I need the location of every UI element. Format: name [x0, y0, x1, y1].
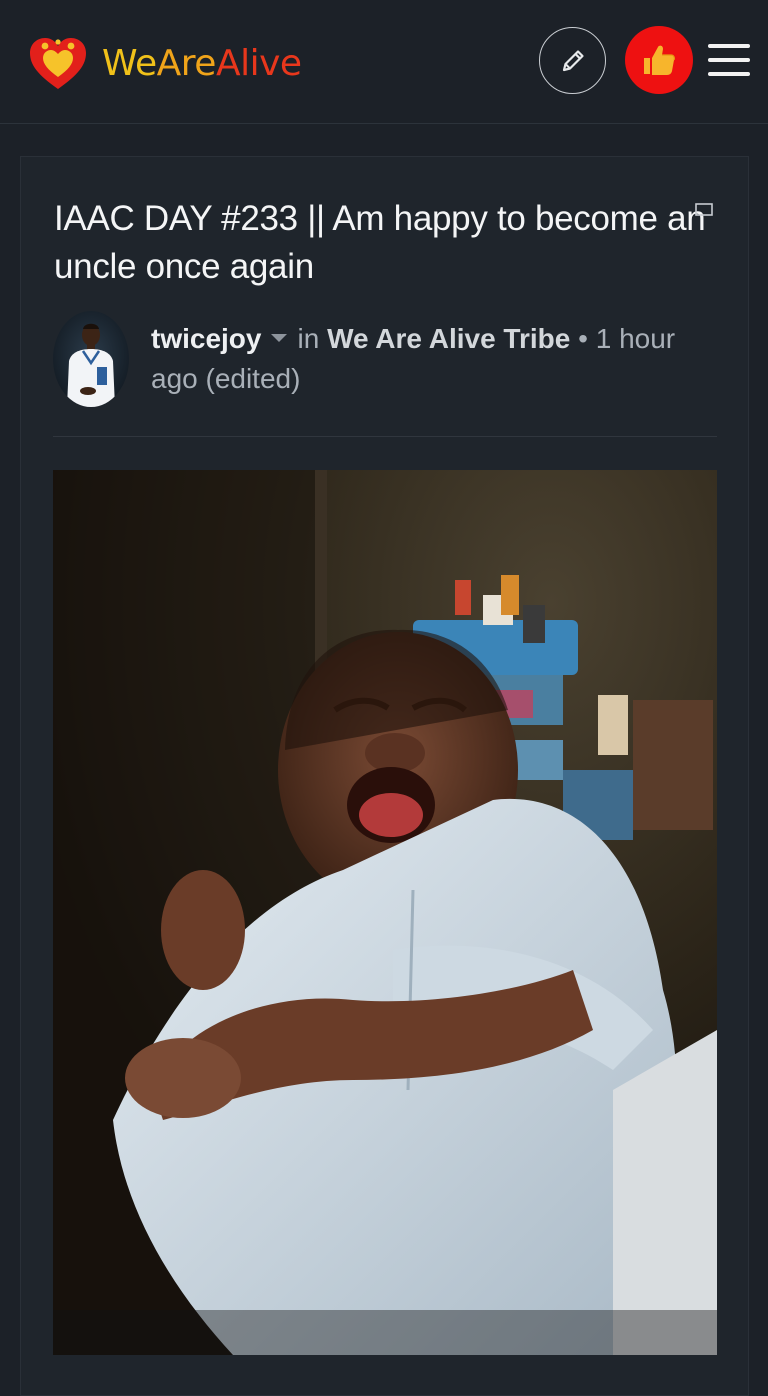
pencil-icon [562, 49, 584, 71]
community-link[interactable]: We Are Alive Tribe [327, 323, 570, 354]
vote-thumbs-up-button[interactable] [625, 26, 693, 94]
write-post-button[interactable] [539, 27, 606, 94]
heart-logo-icon [30, 38, 86, 89]
post-title[interactable]: IAAC DAY #233 || Am happy to become an u… [54, 195, 714, 291]
divider [53, 436, 717, 437]
author-avatar-image [53, 311, 129, 407]
thumbs-up-icon [644, 45, 675, 75]
logo-text-alive: Alive [215, 43, 302, 84]
hamburger-menu-icon [708, 44, 750, 48]
flag-icon[interactable] [695, 203, 713, 217]
menu-bar-bottom [708, 72, 750, 76]
logo-text-are: Are [156, 43, 217, 84]
post-meta: twicejoy in We Are Alive Tribe • 1 hour a… [151, 319, 717, 399]
in-label: in [297, 323, 320, 354]
top-header: WeAreAlive [0, 0, 768, 124]
author-dropdown-caret-icon[interactable] [271, 334, 288, 343]
author-row: twicejoy in We Are Alive Tribe • 1 hour a… [53, 311, 717, 407]
menu-bar-middle [708, 58, 750, 62]
logo-wordmark: WeAreAlive [102, 46, 302, 82]
post-card: IAAC DAY #233 || Am happy to become an u… [20, 156, 749, 1396]
crying-newborn-photo[interactable] [53, 470, 717, 1355]
author-name-link[interactable]: twicejoy [151, 323, 261, 354]
logo-text-we: We [102, 43, 157, 84]
avatar[interactable] [53, 311, 129, 407]
site-logo[interactable]: WeAreAlive [28, 36, 302, 92]
hamburger-menu-button[interactable] [708, 42, 750, 78]
meta-separator: • [578, 323, 588, 354]
